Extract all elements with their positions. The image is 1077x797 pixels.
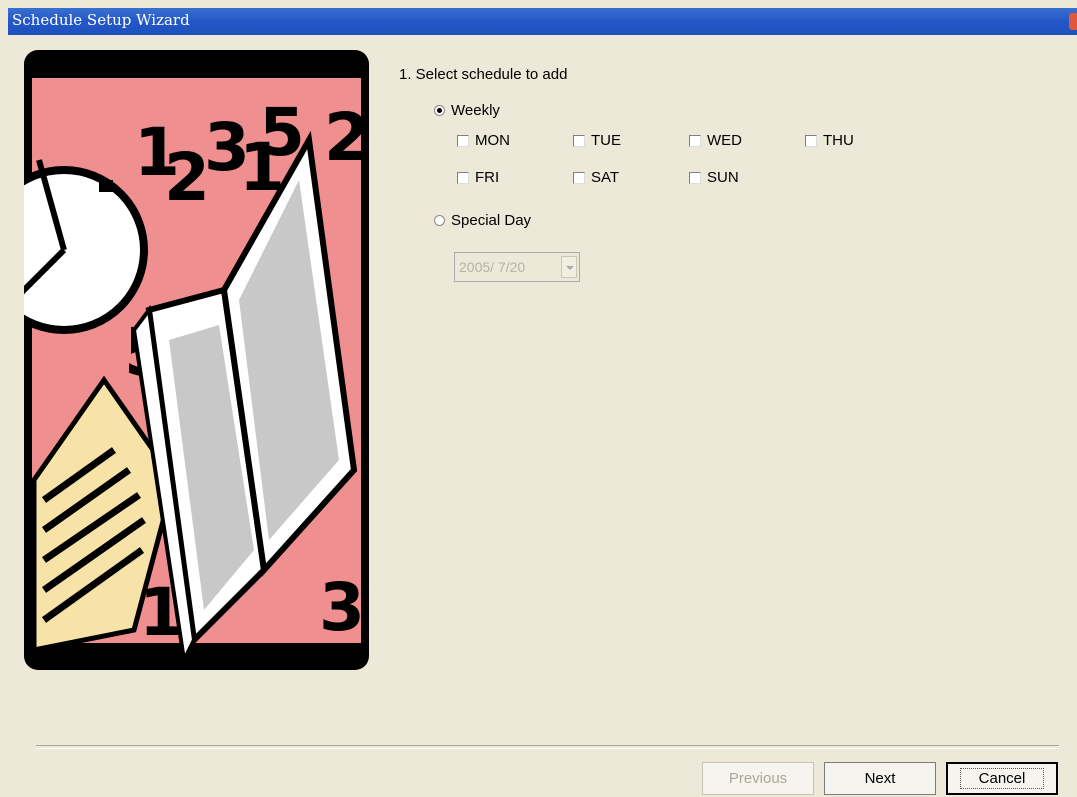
day-checkbox-sat[interactable]: SAT (573, 169, 619, 186)
close-icon[interactable] (1069, 13, 1077, 30)
cancel-button[interactable]: Cancel (946, 762, 1058, 795)
schedule-illustration: 1 2 3 1 5 2 5 1 3 (24, 50, 369, 670)
day-label: SUN (707, 169, 739, 186)
svg-text:3: 3 (319, 569, 365, 646)
checkbox-box[interactable] (689, 171, 701, 184)
checkbox-box[interactable] (457, 134, 469, 147)
checkbox-box[interactable] (573, 171, 585, 184)
cancel-button-label: Cancel (959, 768, 1045, 789)
day-checkbox-fri[interactable]: FRI (457, 169, 499, 186)
previous-button[interactable]: Previous (702, 762, 814, 795)
weekly-radio[interactable]: Weekly (434, 102, 500, 119)
previous-button-label: Previous (728, 770, 788, 787)
next-button[interactable]: Next (824, 762, 936, 795)
day-label: FRI (475, 169, 500, 186)
next-button-label: Next (864, 770, 896, 787)
wizard-body: 1 2 3 1 5 2 5 1 3 1. Select schedule to … (8, 35, 1077, 797)
step-caption: 1. Select schedule to add (399, 66, 568, 83)
day-checkbox-sun[interactable]: SUN (689, 169, 739, 186)
special-day-radio-indicator[interactable] (434, 215, 445, 226)
date-picker[interactable]: 2005/ 7/20 (454, 252, 580, 282)
checkbox-box[interactable] (805, 134, 817, 147)
day-label: WED (707, 132, 742, 149)
date-value: 2005/ 7/20 (459, 259, 526, 275)
day-label: TUE (591, 132, 621, 149)
svg-text:2: 2 (324, 99, 369, 176)
checkbox-box[interactable] (689, 134, 701, 147)
day-label: SAT (591, 169, 620, 186)
special-day-radio[interactable]: Special Day (434, 212, 531, 229)
day-label: THU (823, 132, 854, 149)
checkbox-box[interactable] (457, 171, 469, 184)
day-checkbox-thu[interactable]: THU (805, 132, 854, 149)
weekly-radio-indicator[interactable] (434, 105, 445, 116)
special-day-label: Special Day (451, 212, 532, 229)
day-checkbox-wed[interactable]: WED (689, 132, 742, 149)
day-checkbox-tue[interactable]: TUE (573, 132, 621, 149)
day-checkbox-mon[interactable]: MON (457, 132, 510, 149)
dropdown-arrow-icon[interactable] (561, 256, 577, 278)
footer-divider (36, 745, 1059, 749)
checkbox-box[interactable] (573, 134, 585, 147)
day-label: MON (475, 132, 510, 149)
title-bar: Schedule Setup Wizard (8, 8, 1077, 35)
weekly-label: Weekly (451, 102, 500, 119)
window-title: Schedule Setup Wizard (12, 11, 190, 29)
